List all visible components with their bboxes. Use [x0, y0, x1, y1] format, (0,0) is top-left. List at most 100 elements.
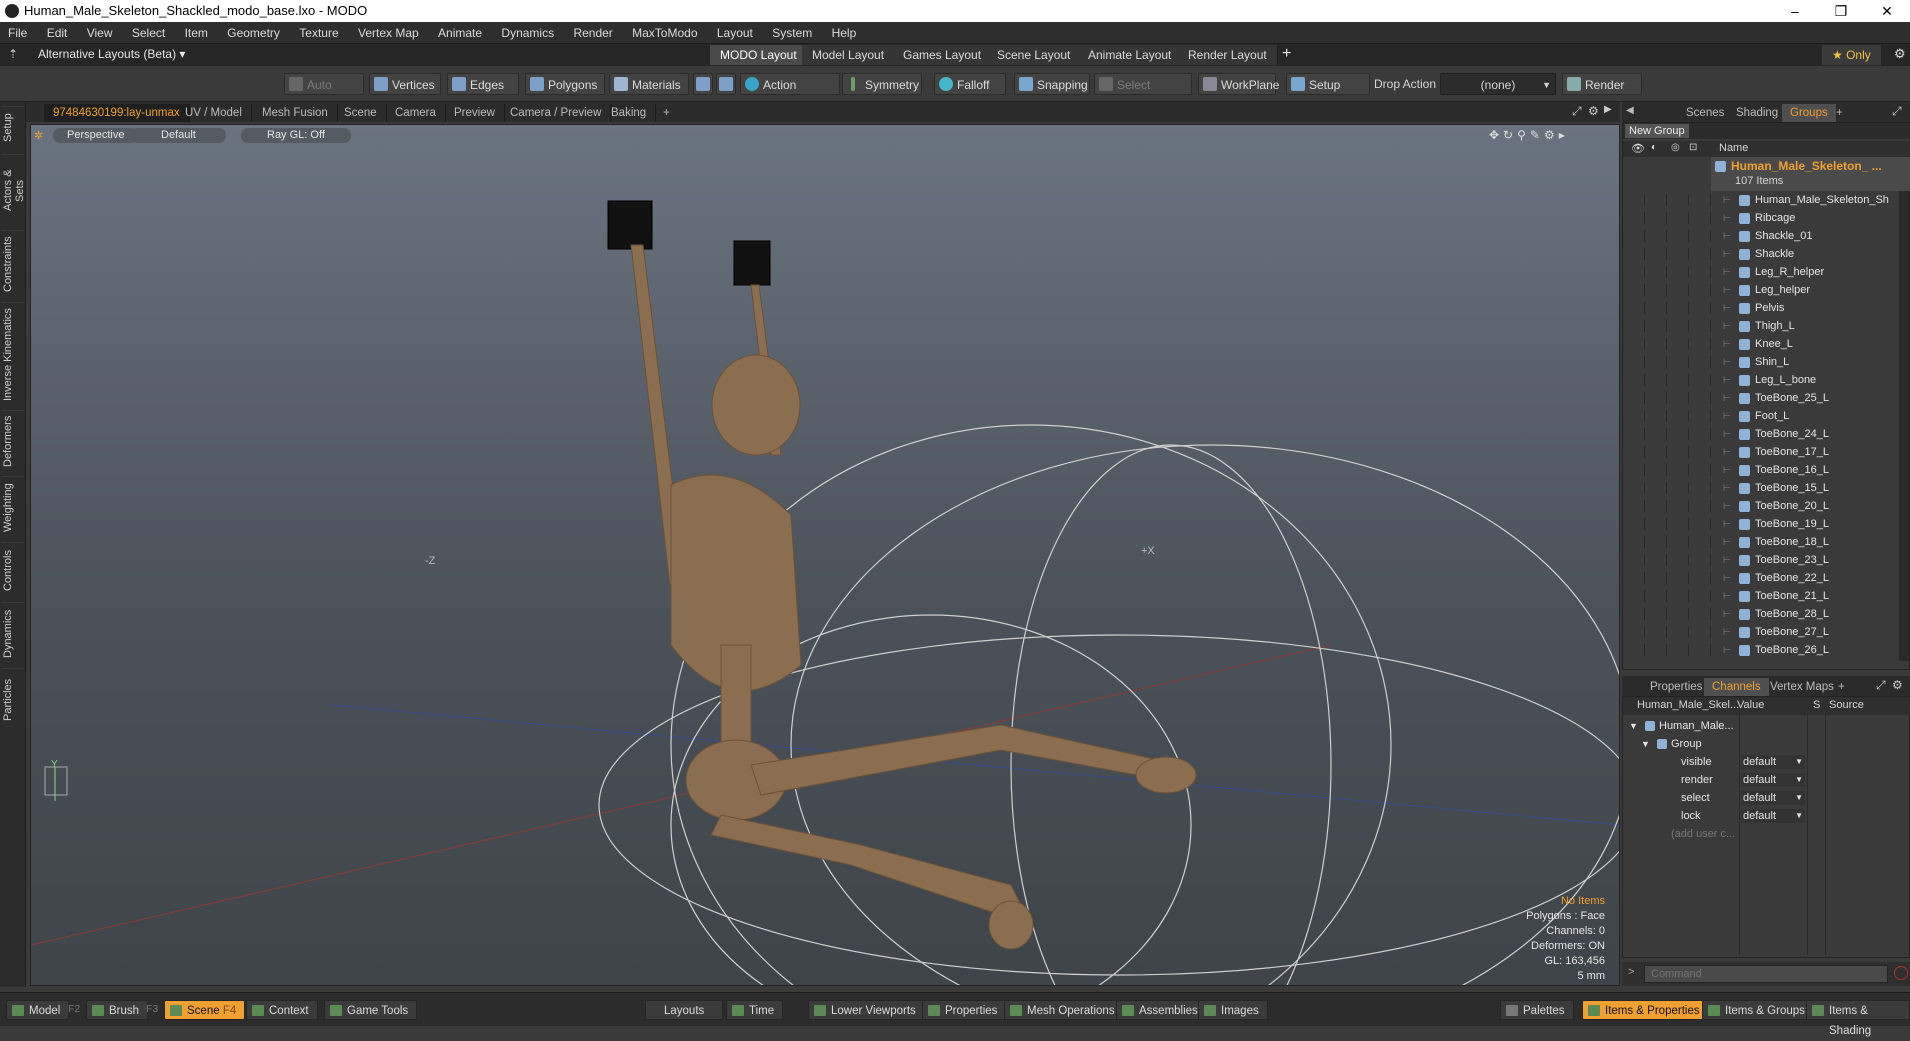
lock-icon[interactable]: ⊡ [1689, 142, 1697, 153]
lower-viewports-button[interactable]: Lower Viewports [808, 1000, 925, 1020]
channel-value-select[interactable]: default ▼ [1741, 773, 1805, 787]
items-shading-button[interactable]: Items & Shading [1806, 1000, 1910, 1037]
select-cell[interactable] [1667, 356, 1689, 368]
select-cell[interactable] [1667, 194, 1689, 206]
select-cell[interactable] [1667, 428, 1689, 440]
collapse-arrow-icon[interactable]: ⇡ [8, 47, 18, 61]
visibility-cell[interactable] [1623, 428, 1645, 440]
menu-help[interactable]: Help [824, 22, 865, 44]
tab-weighting[interactable]: Weighting [2, 476, 24, 538]
auto-select-button[interactable]: Auto Select [284, 73, 364, 114]
falloff-button[interactable]: Falloff [934, 73, 1006, 95]
menu-animate[interactable]: Animate [430, 22, 490, 44]
visibility-cell[interactable] [1623, 284, 1645, 296]
lock-cell[interactable] [1689, 212, 1711, 224]
render-cell[interactable] [1645, 608, 1667, 620]
render-cell[interactable] [1645, 248, 1667, 260]
action-center-button[interactable]: Action Center [740, 73, 840, 114]
polygons-button[interactable]: Polygons [525, 73, 605, 95]
menu-maxtomodo[interactable]: MaxToModo [624, 22, 705, 44]
render-cell[interactable] [1645, 392, 1667, 404]
lock-cell[interactable] [1689, 626, 1711, 638]
render-cell[interactable] [1645, 194, 1667, 206]
render-cell[interactable] [1645, 536, 1667, 548]
command-input[interactable] [1644, 965, 1888, 983]
maximize-panel-icon[interactable]: ⤢ [1892, 104, 1902, 119]
visibility-cell[interactable] [1623, 644, 1645, 656]
select-cell[interactable] [1667, 500, 1689, 512]
lock-cell[interactable] [1689, 500, 1711, 512]
lock-cell[interactable] [1689, 464, 1711, 476]
channels-source-header[interactable]: Source [1829, 699, 1864, 711]
lock-cell[interactable] [1689, 356, 1711, 368]
group-item-row[interactable]: ⊢ ToeBone_17_L [1623, 443, 1910, 461]
record-icon[interactable] [1894, 966, 1908, 980]
visibility-cell[interactable] [1623, 392, 1645, 404]
group-item-row[interactable]: ⊢ ToeBone_22_L [1623, 569, 1910, 587]
alternative-layouts-dropdown[interactable]: Alternative Layouts (Beta) ▾ [38, 47, 185, 61]
tab-scenes[interactable]: Scenes [1678, 104, 1732, 122]
menu-texture[interactable]: Texture [291, 22, 346, 44]
close-button[interactable]: ✕ [1864, 0, 1910, 22]
menu-file[interactable]: File [0, 22, 35, 44]
time-button[interactable]: Time [726, 1000, 784, 1020]
3d-viewport[interactable]: ✲ Perspective Default Ray GL: Off ✥↻⚲✎⚙▸ [30, 124, 1620, 986]
menu-dynamics[interactable]: Dynamics [493, 22, 562, 44]
render-cell[interactable] [1645, 500, 1667, 512]
render-button[interactable]: Render F9 [1562, 73, 1642, 114]
chevron-left-icon[interactable]: ◀ [1626, 105, 1634, 116]
group-item-row[interactable]: ⊢ Knee_L [1623, 335, 1910, 353]
maximize-panel-icon[interactable]: ⤢ [1876, 678, 1886, 693]
add-user-channel[interactable]: (add user c... [1623, 825, 1910, 843]
visibility-cell[interactable] [1623, 410, 1645, 422]
render-cell[interactable] [1645, 482, 1667, 494]
lock-cell[interactable] [1689, 266, 1711, 278]
gear-icon[interactable]: ⚙ [1892, 678, 1903, 692]
visibility-cell[interactable] [1623, 482, 1645, 494]
render-cell[interactable] [1645, 212, 1667, 224]
restore-button[interactable]: ❐ [1818, 0, 1864, 22]
menu-geometry[interactable]: Geometry [219, 22, 288, 44]
group-item-row[interactable]: ⊢ Shin_L [1623, 353, 1910, 371]
tab-camera[interactable]: Camera [386, 104, 446, 122]
lock-cell[interactable] [1689, 446, 1711, 458]
only-toggle[interactable]: ★ Only [1822, 45, 1881, 65]
groups-scrollbar[interactable] [1899, 191, 1909, 661]
render-cell[interactable] [1645, 464, 1667, 476]
visibility-cell[interactable] [1623, 518, 1645, 530]
group-item-row[interactable]: ⊢ ToeBone_20_L [1623, 497, 1910, 515]
group-item-row[interactable]: ⊢ Shackle [1623, 245, 1910, 263]
channel-row[interactable]: lock default ▼ [1623, 807, 1910, 825]
tab-particles[interactable]: Particles [2, 668, 24, 730]
tab-games-layout[interactable]: Games Layout [893, 45, 993, 65]
tab-uv-model[interactable]: UV / Model [176, 104, 252, 122]
select-cell[interactable] [1667, 212, 1689, 224]
tab-shading[interactable]: Shading [1728, 104, 1786, 122]
select-cell[interactable] [1667, 572, 1689, 584]
items-groups-button[interactable]: Items & Groups [1702, 1000, 1814, 1020]
group-item-row[interactable]: ⊢ ToeBone_24_L [1623, 425, 1910, 443]
visibility-cell[interactable] [1623, 608, 1645, 620]
images-button[interactable]: Images [1198, 1000, 1268, 1020]
group-item-row[interactable]: ⊢ Foot_L [1623, 407, 1910, 425]
select-cell[interactable] [1667, 392, 1689, 404]
group-item-row[interactable]: ⊢ Human_Male_Skeleton_Sh [1623, 191, 1910, 209]
render-cell[interactable] [1645, 410, 1667, 422]
expand-arrow-icon[interactable]: ▼ [1641, 735, 1650, 753]
tab-setup[interactable]: Setup [2, 106, 24, 148]
vertices-button[interactable]: Vertices [369, 73, 441, 95]
add-layout-plus-icon[interactable]: + [1282, 45, 1291, 63]
drop-action-select[interactable]: (none) ▼ [1440, 73, 1556, 95]
tab-camera-preview[interactable]: Camera / Preview [501, 104, 612, 122]
channel-row[interactable]: render default ▼ [1623, 771, 1910, 789]
group-item-row[interactable]: ⊢ ToeBone_26_L [1623, 641, 1910, 659]
lock-cell[interactable] [1689, 284, 1711, 296]
properties-button[interactable]: Properties [922, 1000, 1007, 1020]
scene-button[interactable]: Scene F4 [164, 1000, 246, 1020]
render-cell[interactable] [1645, 590, 1667, 602]
menu-vertex-map[interactable]: Vertex Map [350, 22, 427, 44]
model-button[interactable]: Model [6, 1000, 70, 1020]
group-item-row[interactable]: ⊢ ToeBone_15_L [1623, 479, 1910, 497]
channels-root-row[interactable]: ▼ Human_Male... [1623, 717, 1910, 735]
channel-value-select[interactable]: default ▼ [1741, 809, 1805, 823]
